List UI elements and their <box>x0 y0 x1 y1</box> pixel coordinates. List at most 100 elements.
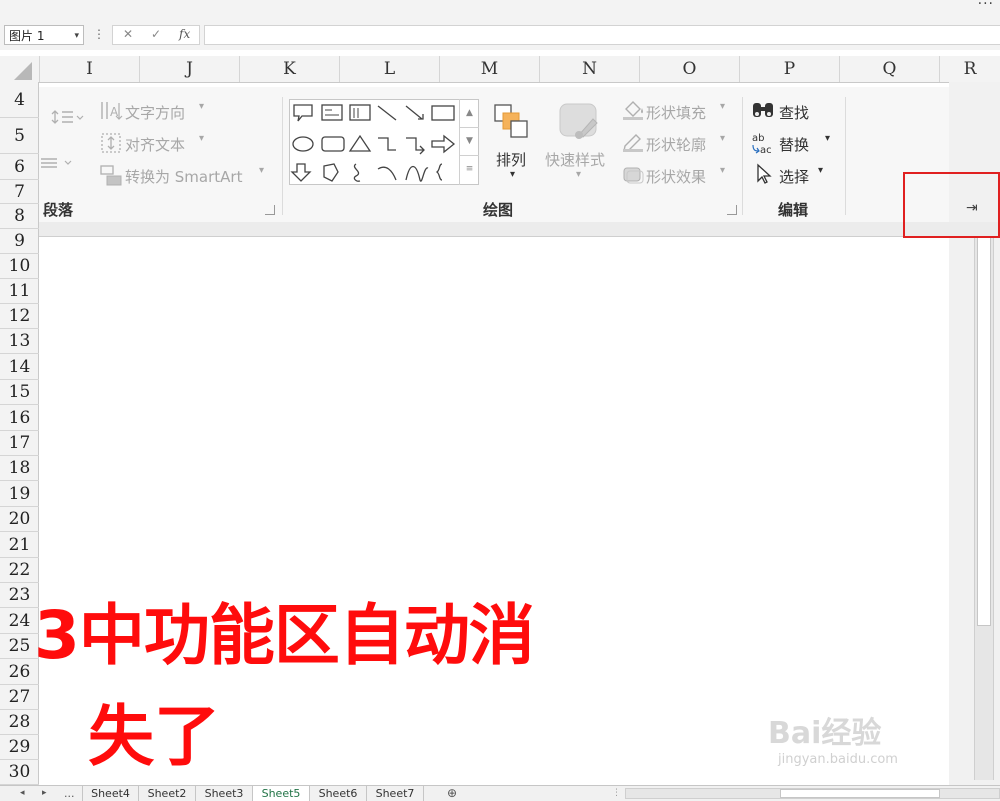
row-header-6[interactable]: 6 <box>0 154 39 180</box>
column-header-m[interactable]: M <box>439 56 539 82</box>
gallery-more-icon[interactable]: ≡ <box>460 155 479 183</box>
shape-fill-label[interactable]: 形状填充 <box>646 102 706 123</box>
sheet-tab-sheet4[interactable]: Sheet4 <box>82 786 139 801</box>
row-header-8[interactable]: 8 <box>0 204 39 229</box>
drawing-group-label: 绘图 <box>483 201 514 219</box>
shape-outline-dropdown-icon[interactable]: ▾ <box>720 133 725 144</box>
row-header-13[interactable]: 13 <box>0 329 39 354</box>
shape-gallery-scroll: ▲ ▼ ≡ <box>459 99 479 185</box>
more-options-icon[interactable]: ··· <box>978 0 994 12</box>
align-text-icon[interactable] <box>99 131 123 155</box>
tab-more-icon[interactable]: ... <box>64 786 75 801</box>
row-header-4[interactable]: 4 <box>0 82 39 118</box>
replace-label[interactable]: 替换 <box>779 134 809 155</box>
row-header-22[interactable]: 22 <box>0 558 39 583</box>
row-header-19[interactable]: 19 <box>0 481 39 507</box>
paragraph-dialog-launcher-icon[interactable] <box>265 205 275 215</box>
find-binoculars-icon[interactable] <box>751 99 775 121</box>
row-header-21[interactable]: 21 <box>0 532 39 558</box>
text-direction-dropdown-icon[interactable]: ▾ <box>199 101 204 112</box>
text-direction-label[interactable]: 文字方向 <box>125 102 185 123</box>
column-header-i[interactable]: I <box>39 56 139 82</box>
vertical-scroll-thumb[interactable] <box>977 236 991 626</box>
column-header-l[interactable]: L <box>339 56 439 82</box>
row-header: 4 5 6 7 8 9 10 11 12 13 14 15 16 17 18 1… <box>0 82 39 785</box>
row-header-11[interactable]: 11 <box>0 279 39 304</box>
shape-effects-icon[interactable] <box>621 163 645 185</box>
arrange-icon[interactable] <box>491 101 533 141</box>
column-header-o[interactable]: O <box>639 56 739 82</box>
select-all-corner[interactable] <box>14 62 32 80</box>
find-label[interactable]: 查找 <box>779 102 809 123</box>
new-sheet-icon[interactable]: ⊕ <box>447 786 457 801</box>
convert-smartart-dropdown-icon[interactable]: ▾ <box>259 165 264 176</box>
sheet-tab-sheet5[interactable]: Sheet5 <box>253 786 310 801</box>
text-direction-icon[interactable]: A <box>99 99 123 123</box>
arrange-label[interactable]: 排列 <box>496 149 526 170</box>
arrange-dropdown-icon[interactable]: ▾ <box>510 169 515 180</box>
drawing-dialog-launcher-icon[interactable] <box>727 205 737 215</box>
gallery-scroll-down-icon[interactable]: ▼ <box>460 127 479 156</box>
align-text-label[interactable]: 对齐文本 <box>125 134 185 155</box>
select-dropdown-icon[interactable]: ▾ <box>818 165 823 176</box>
row-header-29[interactable]: 29 <box>0 735 39 760</box>
column-header-k[interactable]: K <box>239 56 339 82</box>
column-header-p[interactable]: P <box>739 56 839 82</box>
sheet-tab-sheet7[interactable]: Sheet7 <box>367 786 424 801</box>
smartart-icon[interactable] <box>99 163 123 187</box>
row-header-30[interactable]: 30 <box>0 760 39 785</box>
name-box-dropdown-icon[interactable]: ▾ <box>74 26 79 46</box>
column-header-r[interactable]: R <box>939 56 1000 82</box>
shape-outline-icon[interactable] <box>621 131 645 153</box>
quick-styles-label[interactable]: 快速样式 <box>545 149 605 170</box>
replace-icon[interactable]: ab ac <box>751 131 777 155</box>
formula-input[interactable] <box>204 25 1000 45</box>
row-header-15[interactable]: 15 <box>0 380 39 405</box>
column-header-j[interactable]: J <box>139 56 239 82</box>
sheet-tab-sheet3[interactable]: Sheet3 <box>196 786 253 801</box>
line-spacing-icon[interactable] <box>51 107 85 127</box>
row-header-27[interactable]: 27 <box>0 685 39 710</box>
row-header-20[interactable]: 20 <box>0 507 39 532</box>
column-header-q[interactable]: Q <box>839 56 939 82</box>
gallery-scroll-up-icon[interactable]: ▲ <box>460 99 479 128</box>
column-header-n[interactable]: N <box>539 56 639 82</box>
select-cursor-icon[interactable] <box>753 163 775 185</box>
name-box[interactable]: 图片 1 ▾ <box>4 25 84 45</box>
row-header-28[interactable]: 28 <box>0 710 39 735</box>
tab-scroll-right-icon[interactable]: ▸ <box>42 786 47 801</box>
shape-outline-label[interactable]: 形状轮廓 <box>646 134 706 155</box>
enter-icon[interactable]: ✓ <box>151 27 161 41</box>
numbering-icon[interactable] <box>39 155 75 171</box>
convert-smartart-label[interactable]: 转换为 SmartArt <box>125 166 242 187</box>
shape-effects-dropdown-icon[interactable]: ▾ <box>720 165 725 176</box>
sheet-tab-sheet2[interactable]: Sheet2 <box>139 786 196 801</box>
watermark-url: jingyan.baidu.com <box>778 752 898 767</box>
shape-gallery[interactable] <box>289 99 479 185</box>
tab-split-grip-icon[interactable]: ⋮ <box>612 786 621 801</box>
quick-styles-dropdown-icon[interactable]: ▾ <box>576 169 581 180</box>
replace-dropdown-icon[interactable]: ▾ <box>825 133 830 144</box>
quick-styles-icon[interactable] <box>557 101 601 141</box>
row-header-14[interactable]: 14 <box>0 354 39 380</box>
row-header-7[interactable]: 7 <box>0 180 39 204</box>
tab-scroll-left-icon[interactable]: ◂ <box>20 786 25 801</box>
select-label[interactable]: 选择 <box>779 166 809 187</box>
formula-bar-grip-icon[interactable]: ⋮ <box>93 27 105 41</box>
row-header-10[interactable]: 10 <box>0 254 39 279</box>
sheet-tab-sheet6[interactable]: Sheet6 <box>310 786 367 801</box>
shape-fill-dropdown-icon[interactable]: ▾ <box>720 101 725 112</box>
insert-function-icon[interactable]: fx <box>179 27 190 41</box>
row-header-17[interactable]: 17 <box>0 431 39 456</box>
row-header-9[interactable]: 9 <box>0 229 39 254</box>
shape-effects-label[interactable]: 形状效果 <box>646 166 706 187</box>
row-header-18[interactable]: 18 <box>0 456 39 481</box>
shape-fill-icon[interactable] <box>621 99 645 121</box>
row-header-12[interactable]: 12 <box>0 304 39 329</box>
svg-text:ab: ab <box>752 133 764 144</box>
row-header-16[interactable]: 16 <box>0 405 39 431</box>
cancel-icon[interactable]: ✕ <box>123 27 133 41</box>
row-header-5[interactable]: 5 <box>0 118 39 154</box>
align-text-dropdown-icon[interactable]: ▾ <box>199 133 204 144</box>
horizontal-scroll-thumb[interactable] <box>780 789 940 798</box>
